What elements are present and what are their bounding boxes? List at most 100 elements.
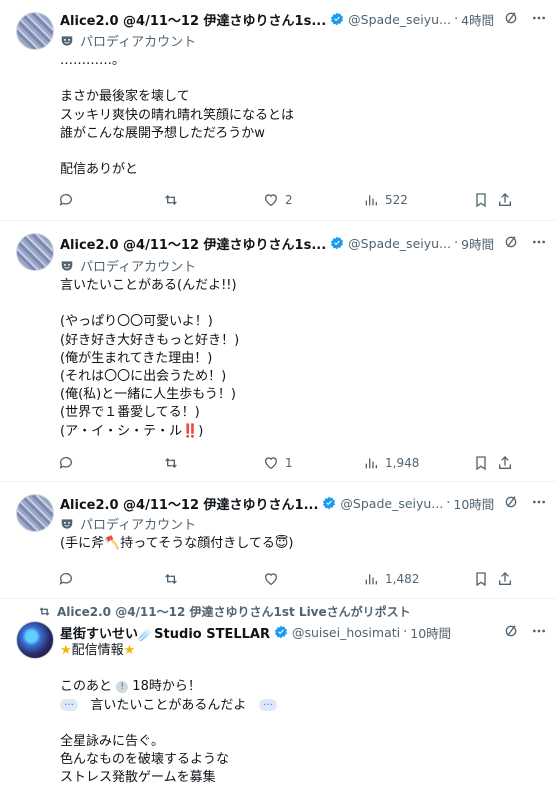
verified-badge-icon: [323, 496, 336, 510]
views-count: 1,482: [385, 572, 420, 586]
more-icon[interactable]: [531, 623, 547, 639]
share-icon: [499, 193, 511, 206]
reply-icon: [59, 457, 72, 469]
reply-button[interactable]: [58, 571, 163, 587]
parody-label-text: パロディアカウント: [80, 35, 197, 50]
parody-mask-icon: [61, 35, 73, 46]
repost-button[interactable]: [163, 571, 263, 587]
grok-icon[interactable]: [503, 234, 519, 250]
like-button[interactable]: 2: [263, 192, 363, 208]
share-button[interactable]: [497, 455, 513, 471]
timestamp[interactable]: 4時間: [461, 10, 494, 29]
tweet-line: 誰がこんな展開予想しただろうかw: [60, 125, 265, 141]
timestamp[interactable]: 10時間: [410, 623, 451, 642]
reply-button[interactable]: [58, 192, 163, 208]
views-icon: [365, 195, 377, 206]
repost-button[interactable]: [163, 192, 263, 208]
tweet-text: …………。 まさか最後家を壊して スッキリ爽快の晴れ晴れ笑顔になるとは 誰がこん…: [60, 52, 541, 179]
avatar[interactable]: [16, 12, 54, 50]
tweet-line: このあと ! 18時から！: [60, 679, 201, 695]
repost-icon: [165, 195, 177, 205]
share-icon: [499, 572, 511, 585]
bookmark-icon: [476, 456, 486, 471]
tweet-line: 色んなものを破壊するような: [60, 752, 230, 768]
tweet-line: 言いたいことがあるんだよ: [60, 694, 541, 715]
verified-badge-icon: [331, 12, 344, 26]
avatar[interactable]: [16, 233, 54, 271]
reply-button[interactable]: [58, 455, 163, 471]
tweet-line: ★配信情報★: [60, 642, 541, 660]
verified-badge-icon: [331, 236, 344, 250]
bookmark-button[interactable]: [473, 192, 497, 208]
repost-icon: [165, 458, 177, 468]
parody-mask-icon: [61, 518, 73, 529]
tweet-text: ★配信情報★ このあと ! 18時から！ 言いたいことがあるんだよ 全星詠みに告…: [60, 642, 541, 788]
display-name[interactable]: Alice2.0 @4/11～12 伊達さゆりさん1s...: [60, 234, 326, 253]
handle[interactable]: @Spade_seiyu...: [348, 236, 451, 251]
tweet-text: 言いたいことがある(んだよ!!) (やっぱり〇〇可愛いよ！) (好き好き大好きも…: [60, 277, 541, 441]
reply-icon: [59, 194, 72, 206]
tweet[interactable]: Alice2.0 @4/11～12 伊達さゆりさん1... @Spade_sei…: [0, 482, 557, 599]
views-button[interactable]: 1,948: [363, 455, 473, 471]
views-icon: [365, 574, 377, 585]
more-icon[interactable]: [531, 234, 547, 250]
share-button[interactable]: [497, 571, 513, 587]
heart-icon: [264, 457, 278, 470]
tweet-line: 全星詠みに告ぐ。: [60, 733, 165, 749]
parody-label: パロディアカウント: [60, 256, 196, 275]
like-button[interactable]: [263, 571, 363, 587]
display-name[interactable]: Alice2.0 @4/11～12 伊達さゆりさん1s...: [60, 10, 326, 29]
reply-icon: [59, 573, 72, 585]
views-count: 522: [385, 193, 408, 207]
tweet[interactable]: Alice2.0 @4/11～12 伊達さゆりさん1st Liveさんがリポスト…: [0, 599, 557, 808]
tweet-line: まさか最後家を壊して: [60, 89, 190, 105]
share-button[interactable]: [497, 192, 513, 208]
more-icon[interactable]: [531, 10, 547, 26]
tweet-line: (好き好き大好きもっと好き！): [60, 332, 240, 348]
bookmark-button[interactable]: [473, 455, 497, 471]
grok-icon[interactable]: [503, 10, 519, 26]
handle[interactable]: @suisei_hosimati: [292, 625, 400, 640]
avatar[interactable]: [16, 494, 54, 532]
grok-icon[interactable]: [503, 494, 519, 510]
handle[interactable]: @Spade_seiyu...: [340, 496, 443, 511]
repost-button[interactable]: [163, 455, 263, 471]
tweet[interactable]: Alice2.0 @4/11～12 伊達さゆりさん1s... @Spade_se…: [0, 0, 557, 221]
star-icon: ★: [60, 643, 72, 658]
tweet[interactable]: Alice2.0 @4/11～12 伊達さゆりさん1s... @Spade_se…: [0, 221, 557, 482]
views-button[interactable]: 1,482: [363, 571, 473, 587]
star-icon: ★: [123, 643, 136, 658]
avatar[interactable]: [16, 621, 54, 659]
bookmark-button[interactable]: [473, 571, 497, 587]
tweet-line: (世界で１番愛してる！): [60, 405, 200, 421]
like-count: 2: [285, 193, 293, 207]
heart-icon: [264, 194, 278, 207]
timestamp[interactable]: 10時間: [453, 494, 494, 513]
speech-bubble-icon: [258, 694, 277, 712]
bookmark-icon: [476, 193, 486, 208]
like-count: 1: [285, 456, 293, 470]
handle[interactable]: @Spade_seiyu...: [348, 12, 451, 27]
like-button[interactable]: 1: [263, 455, 363, 471]
reposted-by-text[interactable]: Alice2.0 @4/11～12 伊達さゆりさん1st Liveさんがリポスト: [57, 603, 411, 620]
tweet-line: [60, 70, 541, 88]
views-button[interactable]: 522: [363, 192, 473, 208]
display-name[interactable]: 星街すいせい☄️Studio STELLAR: [60, 623, 270, 642]
parody-label-text: パロディアカウント: [80, 518, 197, 533]
more-icon[interactable]: [531, 494, 547, 510]
views-count: 1,948: [385, 456, 420, 470]
info-title: 配信情報: [71, 643, 124, 658]
parody-label-text: パロディアカウント: [80, 260, 197, 275]
clock-icon: !: [116, 680, 129, 693]
repost-indicator[interactable]: Alice2.0 @4/11～12 伊達さゆりさん1st Liveさんがリポスト: [38, 603, 411, 620]
timestamp[interactable]: 9時間: [461, 234, 494, 253]
speech-bubble-icon: [60, 694, 78, 712]
heart-icon: [264, 573, 278, 586]
tweet-line: …………。: [60, 53, 126, 68]
display-name[interactable]: Alice2.0 @4/11～12 伊達さゆりさん1...: [60, 494, 318, 513]
grok-icon[interactable]: [503, 623, 519, 639]
parody-label: パロディアカウント: [60, 514, 196, 533]
verified-badge-icon: [274, 625, 288, 639]
repost-icon: [165, 574, 177, 584]
tweet-line: スッキリ爽快の晴れ晴れ笑顔になるとは: [60, 107, 295, 123]
